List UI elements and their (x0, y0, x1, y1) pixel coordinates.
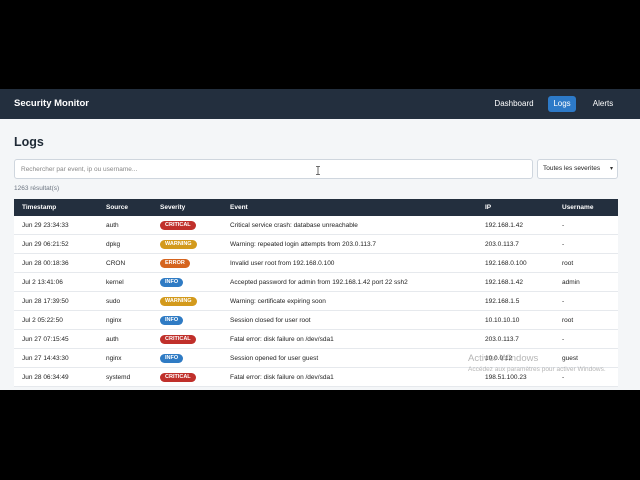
cell-username: - (554, 234, 618, 254)
table-row[interactable]: Jun 28 00:18:36 CRON ERROR Invalid user roo… (14, 253, 618, 273)
cell-event: Fatal error: disk failure on /dev/sda1 (222, 367, 477, 387)
cell-severity: INFO (152, 272, 222, 292)
brand-title: Security Monitor (14, 98, 89, 109)
cell-source: dpkg (98, 234, 152, 254)
navbar: Security Monitor Dashboard Logs Alerts (0, 89, 640, 119)
nav-link-logs[interactable]: Logs (548, 96, 576, 112)
logs-table: Timestamp Source Severity Event IP Usern… (14, 199, 618, 387)
cell-source: systemd (98, 367, 152, 387)
severity-badge: WARNING (160, 239, 197, 249)
cell-source: nginx (98, 310, 152, 330)
search-input[interactable] (14, 159, 533, 179)
cell-ip: 10.0.0.12 (477, 348, 554, 368)
table-header-row: Timestamp Source Severity Event IP Usern… (14, 199, 618, 216)
cell-username: admin (554, 272, 618, 292)
cell-ip: 192.168.1.42 (477, 216, 554, 235)
column-header-ip[interactable]: IP (477, 199, 554, 216)
nav-link-dashboard[interactable]: Dashboard (490, 96, 538, 112)
cell-username: - (554, 329, 618, 349)
severity-badge: INFO (160, 353, 184, 363)
cell-timestamp: Jun 29 06:21:52 (14, 234, 98, 254)
cell-timestamp: Jul 2 05:22:50 (14, 310, 98, 330)
severity-badge: WARNING (160, 296, 197, 306)
cell-ip: 192.168.1.42 (477, 272, 554, 292)
cell-username: - (554, 367, 618, 387)
table-row[interactable]: Jun 28 06:34:49 systemd CRITICAL Fatal erro… (14, 367, 618, 387)
cell-timestamp: Jul 2 13:41:06 (14, 272, 98, 292)
cell-source: kernel (98, 272, 152, 292)
cell-ip: 192.168.1.5 (477, 291, 554, 311)
page-scrollbar[interactable] (636, 119, 640, 390)
cell-event: Accepted password for admin from 192.168… (222, 272, 477, 292)
cell-username: guest (554, 348, 618, 368)
cell-event: Critical service crash: database unreach… (222, 216, 477, 235)
cell-severity: ERROR (152, 253, 222, 273)
severity-badge: INFO (160, 277, 184, 287)
cell-ip: 203.0.113.7 (477, 329, 554, 349)
cell-timestamp: Jun 27 14:43:30 (14, 348, 98, 368)
cell-ip: 192.168.0.100 (477, 253, 554, 273)
app-viewport: Security Monitor Dashboard Logs Alerts L… (0, 89, 640, 390)
cell-source: CRON (98, 253, 152, 273)
cell-timestamp: Jun 29 23:34:33 (14, 216, 98, 235)
text-cursor-icon (315, 166, 321, 175)
page-title: Logs (14, 135, 44, 149)
severity-filter-value: Toutes les severites (543, 165, 601, 172)
table-row[interactable]: Jun 29 06:21:52 dpkg WARNING Warning: repea… (14, 234, 618, 254)
nav-link-alerts[interactable]: Alerts (588, 96, 618, 112)
table-row[interactable]: Jun 27 07:15:45 auth CRITICAL Fatal error: … (14, 329, 618, 349)
cell-event: Warning: certificate expiring soon (222, 291, 477, 311)
cell-severity: CRITICAL (152, 216, 222, 235)
cell-event: Fatal error: disk failure on /dev/sda1 (222, 329, 477, 349)
cell-source: auth (98, 216, 152, 235)
cell-timestamp: Jun 28 17:39:50 (14, 291, 98, 311)
severity-badge: CRITICAL (160, 334, 196, 344)
cell-username: - (554, 291, 618, 311)
table-row[interactable]: Jul 2 13:41:06 kernel INFO Accepted passwor… (14, 272, 618, 292)
cell-source: nginx (98, 348, 152, 368)
cell-severity: WARNING (152, 291, 222, 311)
column-header-source[interactable]: Source (98, 199, 152, 216)
severity-badge: CRITICAL (160, 220, 196, 230)
cell-severity: WARNING (152, 234, 222, 254)
table-row[interactable]: Jun 27 14:43:30 nginx INFO Session opened f… (14, 348, 618, 368)
cell-source: auth (98, 329, 152, 349)
cell-source: sudo (98, 291, 152, 311)
cell-event: Session closed for user root (222, 310, 477, 330)
severity-badge: CRITICAL (160, 372, 196, 382)
cell-severity: CRITICAL (152, 367, 222, 387)
cell-ip: 203.0.113.7 (477, 234, 554, 254)
severity-badge: INFO (160, 315, 184, 325)
cell-timestamp: Jun 27 07:15:45 (14, 329, 98, 349)
cell-username: - (554, 216, 618, 235)
cell-event: Invalid user root from 192.168.0.100 (222, 253, 477, 273)
table-row[interactable]: Jul 2 05:22:50 nginx INFO Session closed fo… (14, 310, 618, 330)
cell-timestamp: Jun 28 00:18:36 (14, 253, 98, 273)
column-header-username[interactable]: Username (554, 199, 618, 216)
severity-filter-select[interactable]: Toutes les severites ▾ (537, 159, 618, 179)
column-header-event[interactable]: Event (222, 199, 477, 216)
column-header-timestamp[interactable]: Timestamp (14, 199, 98, 216)
cell-severity: INFO (152, 310, 222, 330)
result-count: 1263 résultat(s) (14, 185, 60, 192)
cell-timestamp: Jun 28 06:34:49 (14, 367, 98, 387)
cell-severity: CRITICAL (152, 329, 222, 349)
chevron-down-icon: ▾ (609, 166, 613, 172)
cell-event: Session opened for user guest (222, 348, 477, 368)
cell-ip: 10.10.10.10 (477, 310, 554, 330)
table-row[interactable]: Jun 29 23:34:33 auth CRITICAL Critical serv… (14, 216, 618, 235)
cell-severity: INFO (152, 348, 222, 368)
cell-event: Warning: repeated login attempts from 20… (222, 234, 477, 254)
cell-username: root (554, 253, 618, 273)
column-header-severity[interactable]: Severity (152, 199, 222, 216)
table-row[interactable]: Jun 28 17:39:50 sudo WARNING Warning: certi… (14, 291, 618, 311)
severity-badge: ERROR (160, 258, 190, 268)
cell-ip: 198.51.100.23 (477, 367, 554, 387)
cell-username: root (554, 310, 618, 330)
